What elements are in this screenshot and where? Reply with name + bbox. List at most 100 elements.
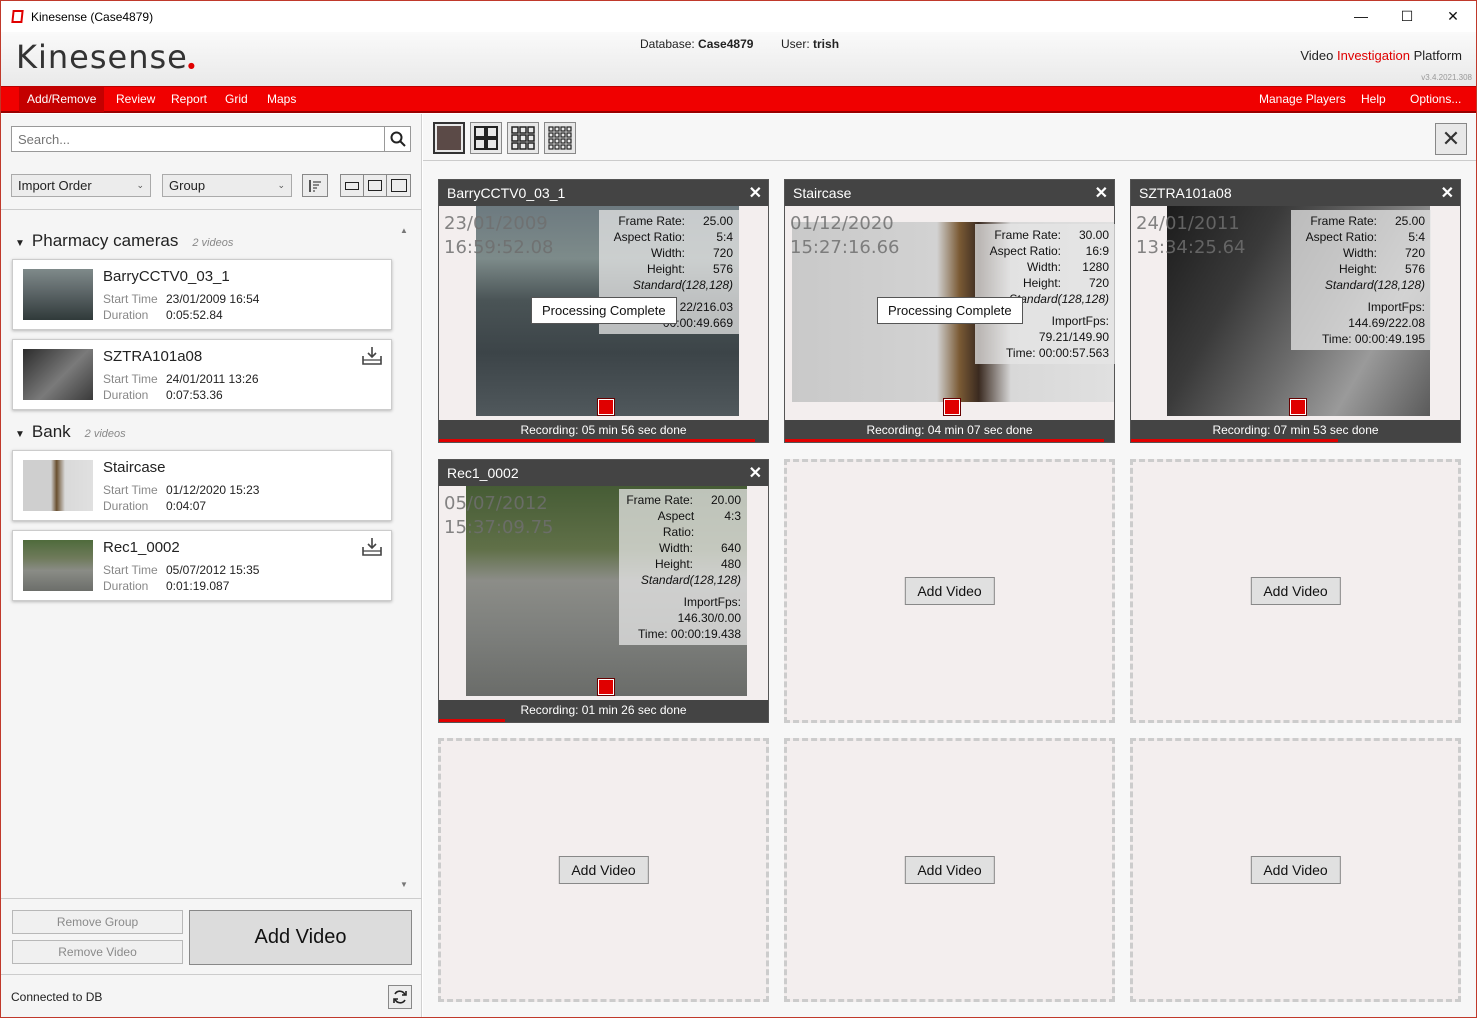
slot-add-video-button[interactable]: Add Video: [904, 856, 995, 884]
slot-add-video-button[interactable]: Add Video: [1250, 577, 1341, 605]
menu-maps[interactable]: Maps: [259, 87, 304, 112]
record-stop-icon[interactable]: [1289, 398, 1307, 416]
scroll-down-icon[interactable]: ▼: [397, 878, 411, 892]
connection-status: Connected to DB: [11, 990, 103, 1004]
medium-card-icon[interactable]: [364, 175, 387, 196]
empty-player-slot: Add Video: [438, 738, 769, 1002]
close-player-icon[interactable]: ✕: [749, 463, 762, 483]
video-name: BarryCCTV0_03_1: [103, 268, 230, 285]
empty-player-slot: Add Video: [784, 459, 1115, 723]
remove-group-button[interactable]: Remove Group: [12, 910, 183, 934]
group-select[interactable]: Group ⌄: [162, 174, 292, 197]
video-info-overlay: Frame Rate: 30.00 Aspect Ratio: 16:9 Width…: [975, 224, 1115, 364]
menu-grid[interactable]: Grid: [217, 87, 256, 112]
sort-order-select[interactable]: Import Order ⌄: [11, 174, 151, 197]
frame-date: 01/12/2020: [790, 213, 894, 234]
group-bank[interactable]: ▼ Bank 2 videos: [15, 422, 126, 442]
search-box: [11, 126, 411, 152]
video-player-tile[interactable]: SZTRA101a08 ✕ 24/01/2011 13:34:25.64 Fram…: [1130, 179, 1461, 443]
frame-time: 13:34:25.64: [1136, 237, 1246, 258]
add-video-button[interactable]: Add Video: [189, 910, 412, 965]
app-icon: [11, 10, 24, 23]
menu-manage-players[interactable]: Manage Players: [1251, 87, 1354, 112]
maximize-button[interactable]: ☐: [1384, 1, 1430, 31]
frame-time: 15:37:09.75: [444, 517, 554, 538]
processing-complete-toast: Processing Complete: [531, 297, 677, 324]
kinesense-logo: Kinesense●: [16, 38, 196, 76]
group-pharmacy-cameras[interactable]: ▼ Pharmacy cameras 2 videos: [15, 231, 233, 251]
search-icon[interactable]: [384, 127, 410, 151]
video-thumbnail: [23, 269, 93, 320]
video-player-tile[interactable]: Rec1_0002 ✕ 05/07/2012 15:37:09.75 Frame …: [438, 459, 769, 723]
version-label: v3.4.2021.308: [1421, 73, 1472, 82]
search-input[interactable]: [12, 128, 384, 150]
video-card[interactable]: Rec1_0002 Start Time 05/07/2012 15:35 Dur…: [12, 530, 392, 601]
large-card-icon[interactable]: [387, 175, 410, 196]
progress-bar: [785, 439, 1105, 442]
video-card[interactable]: BarryCCTV0_03_1 Start Time 23/01/2009 16:…: [12, 259, 392, 330]
slot-add-video-button[interactable]: Add Video: [904, 577, 995, 605]
frame-date: 24/01/2011: [1136, 213, 1240, 234]
video-card[interactable]: Staircase Start Time 01/12/2020 15:23 Dur…: [12, 450, 392, 521]
empty-player-slot: Add Video: [784, 738, 1115, 1002]
remove-video-button[interactable]: Remove Video: [12, 940, 183, 964]
download-icon[interactable]: [361, 537, 383, 557]
grid-2x2-icon[interactable]: [470, 122, 502, 154]
database-info: Database: Case4879: [640, 37, 754, 51]
processing-complete-toast: Processing Complete: [877, 297, 1023, 324]
sort-direction-icon[interactable]: [302, 174, 328, 197]
grid-4x4-icon[interactable]: [544, 122, 576, 154]
close-window-button[interactable]: ✕: [1430, 1, 1476, 31]
scroll-up-icon[interactable]: ▲: [397, 224, 411, 238]
close-all-players-icon[interactable]: ✕: [1435, 123, 1467, 155]
download-icon[interactable]: [361, 346, 383, 366]
refresh-icon[interactable]: [388, 985, 412, 1009]
close-player-icon[interactable]: ✕: [1441, 183, 1454, 203]
minimize-button[interactable]: —: [1338, 1, 1384, 31]
app-header: Kinesense● Database: Case4879 User: tris…: [1, 32, 1476, 86]
progress-bar: [439, 439, 755, 442]
menu-bar: Add/Remove Review Report Grid Maps Manag…: [1, 86, 1476, 113]
video-player-tile[interactable]: Staircase ✕ 01/12/2020 15:27:16.66 Frame …: [784, 179, 1115, 443]
window-title: Kinesense (Case4879): [31, 9, 154, 24]
menu-report[interactable]: Report: [163, 87, 215, 112]
video-thumbnail: [23, 540, 93, 591]
frame-time: 15:27:16.66: [790, 237, 900, 258]
grid-3x3-icon[interactable]: [507, 122, 539, 154]
slot-add-video-button[interactable]: Add Video: [558, 856, 649, 884]
library-scrollbar[interactable]: ▲ ▼: [397, 224, 411, 892]
player-title: Rec1_0002: [439, 460, 768, 486]
video-name: Staircase: [103, 459, 166, 476]
progress-bar: [439, 719, 505, 722]
collapse-triangle-icon: ▼: [15, 238, 25, 249]
title-bar: Kinesense (Case4879) — ☐ ✕: [1, 1, 1476, 32]
record-stop-icon[interactable]: [597, 678, 615, 696]
empty-player-slot: Add Video: [1130, 738, 1461, 1002]
record-stop-icon[interactable]: [597, 398, 615, 416]
slot-add-video-button[interactable]: Add Video: [1250, 856, 1341, 884]
close-player-icon[interactable]: ✕: [749, 183, 762, 203]
record-stop-icon[interactable]: [943, 398, 961, 416]
video-thumbnail: [23, 460, 93, 511]
menu-review[interactable]: Review: [108, 87, 163, 112]
menu-options[interactable]: Options...: [1402, 87, 1469, 112]
close-player-icon[interactable]: ✕: [1095, 183, 1108, 203]
video-player-tile[interactable]: BarryCCTV0_03_1 ✕ 23/01/2009 16:59:52.08 …: [438, 179, 769, 443]
progress-bar: [1131, 439, 1339, 442]
player-grid-panel: ✕ BarryCCTV0_03_1 ✕ 23/01/2009 16:59:52.0…: [423, 114, 1476, 1017]
video-library-panel: Import Order⌄ Group⌄ ▼Pharmacy cameras2 …: [1, 114, 422, 1017]
menu-help[interactable]: Help: [1353, 87, 1394, 112]
frame-date: 23/01/2009: [444, 213, 548, 234]
grid-1x1-icon[interactable]: [433, 122, 465, 154]
menu-add-remove[interactable]: Add/Remove: [19, 87, 105, 112]
video-info-overlay: Frame Rate: 20.00 Aspect Ratio: 4:3 Width:…: [619, 489, 747, 645]
empty-player-slot: Add Video: [1130, 459, 1461, 723]
small-card-icon[interactable]: [341, 175, 364, 196]
grid-layout-buttons: [433, 122, 576, 154]
card-size-toggle: [340, 174, 411, 197]
status-bar: Connected to DB: [1, 974, 422, 1017]
video-card[interactable]: SZTRA101a08 Start Time 24/01/2011 13:26 D…: [12, 339, 392, 410]
player-title: BarryCCTV0_03_1: [439, 180, 768, 206]
library-actions: Remove Group Remove Video Add Video: [1, 898, 422, 970]
video-thumbnail: [23, 349, 93, 400]
